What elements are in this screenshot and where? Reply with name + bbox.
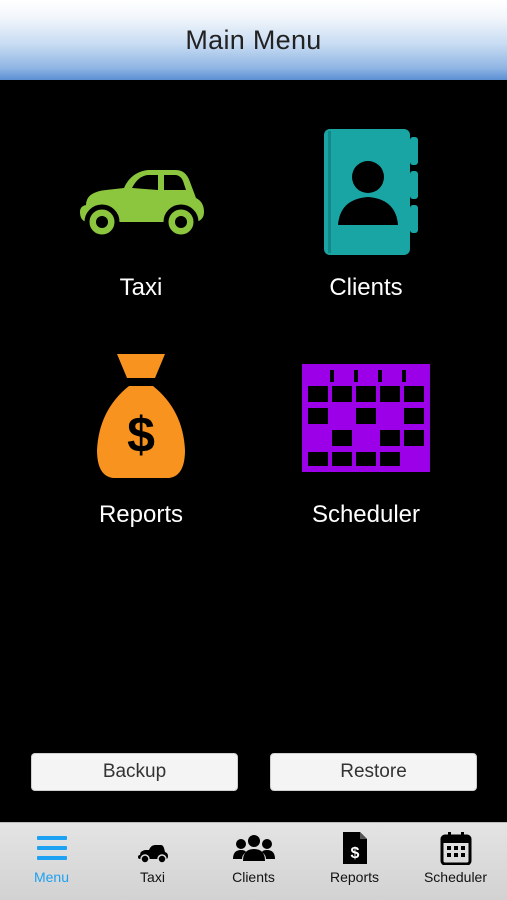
tile-label-scheduler: Scheduler bbox=[311, 501, 421, 528]
menu-tile-taxi[interactable]: Taxi bbox=[31, 150, 251, 310]
tab-menu[interactable]: Menu bbox=[1, 823, 102, 900]
app-screen: Main Menu Taxi Clients $ Reports Schedul… bbox=[0, 0, 507, 900]
tab-label-taxi: Taxi bbox=[140, 869, 165, 885]
tab-label-reports: Reports bbox=[329, 869, 380, 885]
page-title: Main Menu bbox=[185, 24, 322, 55]
restore-button[interactable]: Restore bbox=[270, 753, 477, 791]
menu-tile-clients[interactable]: Clients bbox=[256, 125, 476, 310]
money-bag-icon: $ bbox=[97, 354, 185, 478]
tab-label-menu: Menu bbox=[33, 869, 70, 885]
menu-tile-reports[interactable]: $ Reports bbox=[31, 350, 251, 535]
car-icon bbox=[137, 845, 168, 864]
svg-text:$: $ bbox=[127, 407, 155, 463]
backup-button[interactable]: Backup bbox=[31, 753, 238, 791]
tab-clients[interactable]: Clients bbox=[203, 823, 304, 900]
people-icon bbox=[232, 835, 275, 861]
tab-reports[interactable]: $ Reports bbox=[304, 823, 405, 900]
tile-label-reports: Reports bbox=[98, 501, 184, 528]
tab-label-scheduler: Scheduler bbox=[423, 869, 488, 885]
bottom-tab-bar: Menu Taxi Clients $ Reports Scheduler bbox=[0, 822, 507, 900]
svg-text:$: $ bbox=[350, 845, 359, 862]
calendar-grid-icon bbox=[302, 364, 430, 472]
report-document-icon: $ bbox=[342, 832, 367, 864]
tab-label-clients: Clients bbox=[232, 869, 275, 885]
menu-tile-scheduler[interactable]: Scheduler bbox=[256, 360, 476, 535]
calendar-icon bbox=[440, 832, 471, 865]
address-book-icon bbox=[324, 129, 418, 255]
hamburger-menu-icon bbox=[36, 836, 67, 860]
tile-label-taxi: Taxi bbox=[119, 274, 163, 301]
taxi-car-icon bbox=[80, 170, 204, 240]
header-bar: Main Menu bbox=[0, 0, 507, 80]
tab-scheduler[interactable]: Scheduler bbox=[405, 823, 506, 900]
tab-taxi[interactable]: Taxi bbox=[102, 823, 203, 900]
tile-label-clients: Clients bbox=[329, 274, 403, 301]
